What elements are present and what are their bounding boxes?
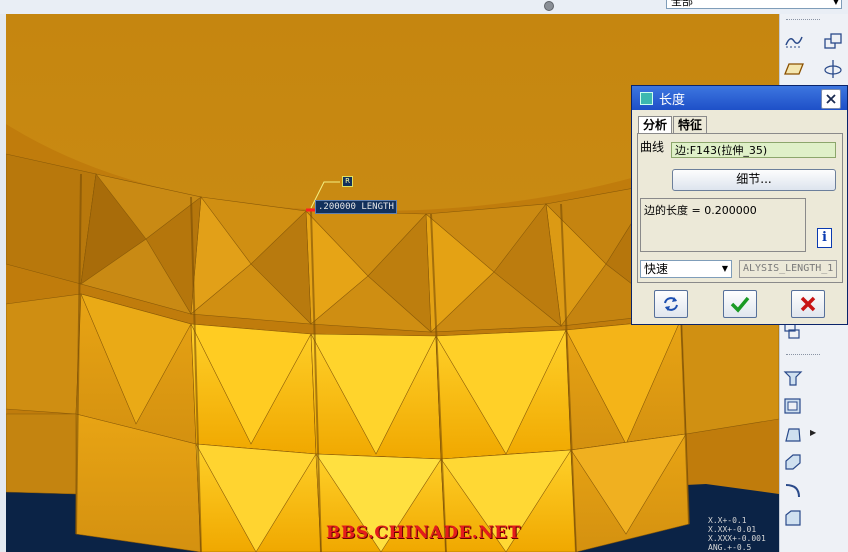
close-icon bbox=[826, 94, 836, 104]
copy-icon[interactable] bbox=[822, 30, 844, 52]
analysis-panel: 曲线 边:F143(拉伸_35) 细节... 边的长度 = 0.200000 i… bbox=[637, 133, 843, 283]
chevron-down-icon: ▼ bbox=[721, 264, 728, 273]
checkmark-icon bbox=[730, 296, 750, 313]
dialog-tabs: 分析 特征 bbox=[638, 116, 708, 135]
tolerance-table: X.X+-0.1 X.XX+-0.01 X.XXX+-0.001 ANG.+-0… bbox=[708, 516, 766, 552]
dialog-title: 长度 bbox=[659, 92, 686, 108]
info-icon[interactable]: i bbox=[817, 228, 832, 248]
top-toolbar: 全部 ▼ bbox=[0, 0, 848, 15]
tab-feature[interactable]: 特征 bbox=[673, 116, 708, 134]
analysis-mode-value: 快速 bbox=[644, 262, 669, 276]
dialog-app-icon bbox=[640, 91, 653, 105]
dimension-tag: R bbox=[342, 176, 353, 187]
dialog-title-bar[interactable]: 长度 bbox=[632, 86, 847, 110]
round-icon[interactable] bbox=[782, 451, 804, 473]
analysis-mode-select[interactable]: 快速 ▼ bbox=[640, 260, 732, 278]
curve-collector[interactable]: 边:F143(拉伸_35) bbox=[671, 142, 836, 158]
curve-label: 曲线 bbox=[640, 140, 665, 154]
length-dialog: 长度 分析 特征 曲线 边:F143(拉伸_35) 细节... 边的长度 = 0… bbox=[631, 85, 848, 325]
tolerance-line: X.XX+-0.01 bbox=[708, 525, 757, 534]
datum-plane-icon[interactable] bbox=[783, 58, 805, 80]
sketch-curve-icon[interactable] bbox=[783, 30, 805, 52]
draft-icon[interactable] bbox=[782, 423, 804, 445]
analysis-name-field[interactable]: ALYSIS_LENGTH_1 bbox=[739, 260, 837, 278]
refresh-icon bbox=[664, 297, 678, 311]
tolerance-line: ANG.+-0.5 bbox=[708, 543, 752, 552]
datum-axis-icon[interactable] bbox=[822, 58, 844, 80]
rib-icon[interactable] bbox=[782, 367, 804, 389]
tolerance-line: X.X+-0.1 bbox=[708, 516, 747, 525]
status-indicator-icon bbox=[544, 1, 554, 11]
details-button[interactable]: 细节... bbox=[672, 169, 836, 191]
toolbar-separator bbox=[786, 354, 820, 355]
dimension-label[interactable]: .200000 LENGTH bbox=[315, 200, 397, 214]
ok-button[interactable] bbox=[723, 290, 757, 318]
chevron-down-icon: ▼ bbox=[832, 0, 839, 6]
result-area: 边的长度 = 0.200000 bbox=[640, 198, 806, 252]
cancel-x-icon bbox=[800, 296, 816, 312]
edge-round-icon[interactable] bbox=[782, 479, 804, 501]
toolbar-separator bbox=[786, 19, 820, 20]
close-button[interactable] bbox=[821, 89, 841, 109]
tolerance-line: X.XXX+-0.001 bbox=[708, 534, 766, 543]
filter-select[interactable]: 全部 ▼ bbox=[666, 0, 842, 9]
cancel-button[interactable] bbox=[791, 290, 825, 318]
filter-select-value: 全部 bbox=[671, 0, 693, 8]
repeat-button[interactable] bbox=[654, 290, 688, 318]
flyout-arrow-icon[interactable]: ▶ bbox=[810, 428, 816, 437]
watermark: BBS.CHINADE.NET bbox=[326, 523, 521, 543]
shell-icon[interactable] bbox=[782, 395, 804, 417]
chamfer-icon[interactable] bbox=[782, 507, 804, 529]
